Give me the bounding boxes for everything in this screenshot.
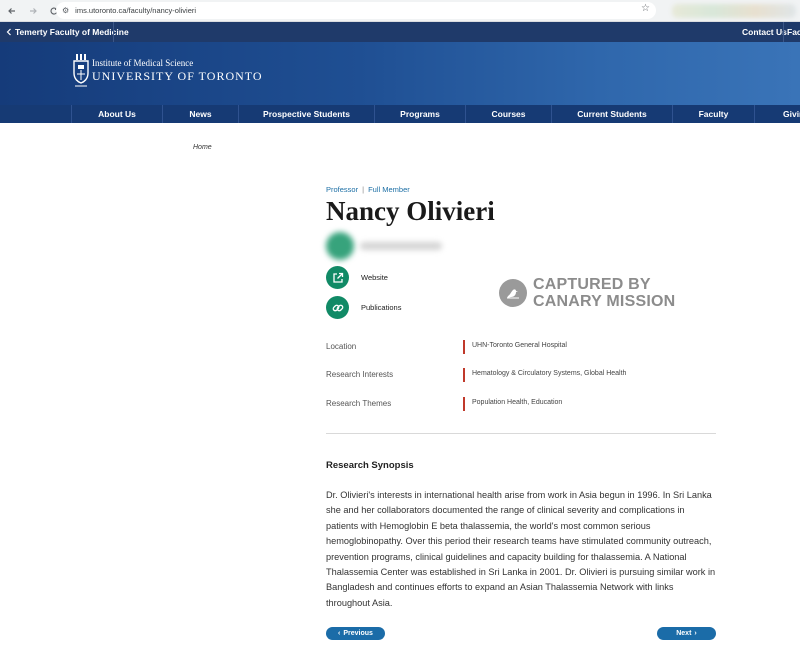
info-bar (463, 340, 465, 354)
nav-current-students[interactable]: Current Students (551, 105, 672, 123)
site-banner: Institute of Medical Science UNIVERSITY … (0, 42, 800, 105)
info-row-research-interests: Research Interests Hematology & Circulat… (326, 368, 716, 382)
faculty-link[interactable]: Facu (787, 27, 800, 37)
watermark-text: CAPTURED BY CANARY MISSION (533, 276, 675, 310)
synopsis-body: Dr. Olivieri's interests in internationa… (326, 490, 716, 608)
university-crest-icon[interactable] (72, 54, 90, 90)
section-divider (326, 433, 716, 434)
faculty-back-link[interactable]: Temerty Faculty of Medicine (6, 27, 129, 37)
breadcrumb-home[interactable]: Home (193, 144, 212, 151)
info-row-location: Location UHN-Toronto General Hospital (326, 340, 716, 354)
back-arrow-icon[interactable] (3, 2, 21, 20)
info-bar (463, 368, 465, 382)
watermark-line-1: CAPTURED BY (533, 276, 651, 293)
divider (783, 22, 784, 42)
next-label: Next (676, 630, 692, 637)
divider (113, 22, 114, 42)
info-label: Research Interests (326, 370, 394, 379)
faculty-bar: Temerty Faculty of Medicine Contact Us F… (0, 22, 800, 42)
forward-arrow-icon[interactable] (24, 2, 42, 20)
info-value: UHN-Toronto General Hospital (472, 342, 567, 349)
faculty-role: Professor | Full Member (326, 185, 410, 194)
nav-prospective-students[interactable]: Prospective Students (238, 105, 374, 123)
faculty-back-label: Temerty Faculty of Medicine (15, 27, 129, 37)
chevron-right-icon: › (694, 630, 697, 637)
chevron-left-icon: ‹ (338, 630, 341, 637)
main-navigation: About Us News Prospective Students Progr… (0, 105, 800, 123)
nav-programs[interactable]: Programs (374, 105, 465, 123)
page-title: Nancy Olivieri (326, 196, 495, 226)
chain-link-icon[interactable] (326, 296, 349, 319)
info-label: Research Themes (326, 399, 392, 408)
info-value: Hematology & Circulatory Systems, Global… (472, 370, 627, 377)
contact-us-link[interactable]: Contact Us (742, 27, 787, 37)
bird-icon (499, 279, 527, 307)
info-label: Location (326, 342, 357, 351)
website-label[interactable]: Website (361, 273, 388, 282)
info-bar (463, 397, 465, 411)
chevron-left-icon (6, 28, 11, 36)
blurred-avatar (326, 232, 354, 260)
role-primary: Professor (326, 185, 359, 194)
role-separator: | (362, 185, 365, 194)
synopsis-heading: Research Synopsis (326, 460, 414, 471)
blurred-extensions (672, 4, 796, 18)
publications-link[interactable]: Publications (326, 296, 401, 319)
institute-name[interactable]: Institute of Medical Science (92, 58, 193, 68)
nav-news[interactable]: News (162, 105, 238, 123)
publications-label[interactable]: Publications (361, 303, 401, 312)
previous-button[interactable]: ‹ Previous (326, 627, 385, 640)
website-link[interactable]: Website (326, 266, 388, 289)
blurred-contact (360, 242, 442, 250)
url-text: ims.utoronto.ca/faculty/nancy-olivieri (75, 6, 197, 15)
nav-faculty[interactable]: Faculty (672, 105, 754, 123)
address-bar[interactable]: ⚙ ims.utoronto.ca/faculty/nancy-olivieri… (56, 2, 656, 19)
external-link-icon[interactable] (326, 266, 349, 289)
info-value: Population Health, Education (472, 399, 563, 406)
bookmark-star-icon[interactable]: ☆ (641, 3, 650, 14)
site-settings-icon[interactable]: ⚙ (62, 6, 69, 15)
nav-giving[interactable]: Givin (754, 105, 800, 123)
watermark-line-2: CANARY MISSION (533, 293, 676, 310)
nav-about-us[interactable]: About Us (71, 105, 162, 123)
nav-courses[interactable]: Courses (465, 105, 551, 123)
canary-mission-watermark: CAPTURED BY CANARY MISSION (499, 276, 675, 310)
info-row-research-themes: Research Themes Population Health, Educa… (326, 397, 716, 411)
browser-toolbar: ⚙ ims.utoronto.ca/faculty/nancy-olivieri… (0, 0, 800, 22)
previous-label: Previous (343, 630, 373, 637)
university-name[interactable]: UNIVERSITY OF TORONTO (92, 69, 263, 84)
next-button[interactable]: Next › (657, 627, 716, 640)
role-secondary: Full Member (368, 185, 410, 194)
